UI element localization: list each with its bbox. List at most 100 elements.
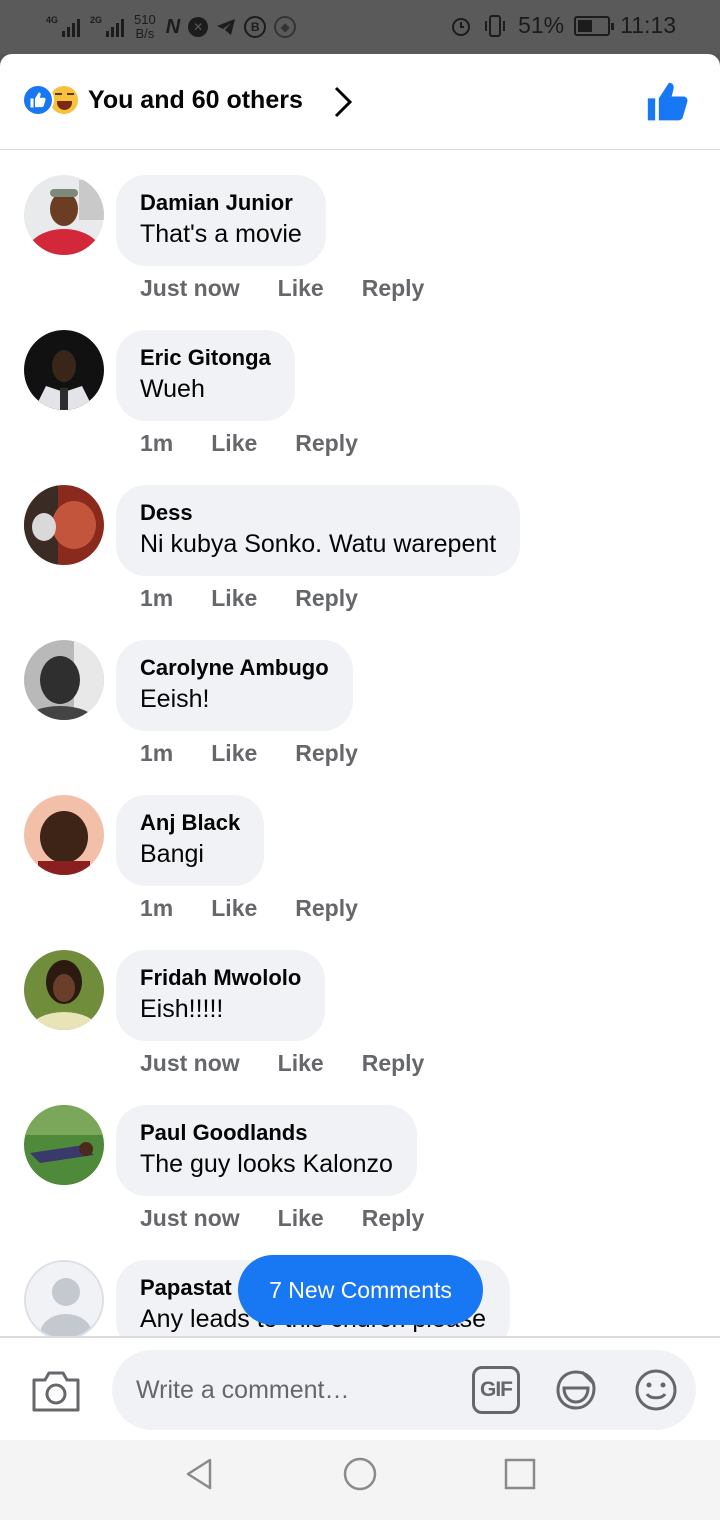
status-bar: 4G 2G 510 B/s N ✕ B ◆ 51% 11:13: [0, 0, 720, 54]
comment-bubble[interactable]: Eric Gitonga Wueh: [116, 330, 295, 421]
comment-bubble[interactable]: Fridah Mwololo Eish!!!!!: [116, 950, 326, 1041]
comment-list: Damian Junior That's a movie Just now Li…: [0, 151, 720, 1336]
notification-icons: N ✕ B ◆: [165, 15, 297, 39]
comment-input[interactable]: [136, 1364, 456, 1416]
clock: 11:13: [620, 12, 676, 38]
network-speed-value: 510: [134, 12, 156, 27]
avatar[interactable]: [24, 330, 104, 410]
like-link[interactable]: Like: [211, 740, 257, 767]
reply-link[interactable]: Reply: [295, 585, 358, 612]
comment-text: The guy looks Kalonzo: [140, 1150, 393, 1178]
like-link[interactable]: Like: [278, 1050, 324, 1077]
comment-text: Eeish!: [140, 685, 210, 713]
comment-item: Carolyne Ambugo Eeish! 1m Like Reply: [0, 616, 720, 771]
comment-bubble[interactable]: Anj Black Bangi: [116, 795, 265, 886]
comment-item: Anj Black Bangi 1m Like Reply: [0, 771, 720, 926]
comment-time: 1m: [140, 430, 174, 456]
like-reaction-icon: [22, 84, 54, 116]
network-type-1: 4G: [46, 15, 59, 25]
avatar[interactable]: [24, 950, 104, 1030]
comment-time: Just now: [140, 1205, 240, 1231]
emoji-icon[interactable]: [632, 1366, 680, 1414]
home-icon[interactable]: [342, 1456, 378, 1492]
recent-apps-icon[interactable]: [502, 1456, 538, 1492]
comment-author[interactable]: Paul Goodlands: [140, 1119, 393, 1147]
reactions-title: You and 60 others: [88, 85, 303, 114]
comment-actions: 1m Like Reply: [140, 740, 358, 767]
b-icon: B: [244, 16, 267, 38]
like-link[interactable]: Like: [278, 275, 324, 302]
network-speed: 510 B/s: [134, 13, 156, 41]
like-button-icon[interactable]: [646, 80, 690, 124]
reply-link[interactable]: Reply: [362, 275, 425, 302]
reply-link[interactable]: Reply: [295, 430, 358, 457]
status-left: 4G 2G 510 B/s N ✕ B ◆: [46, 10, 297, 44]
system-nav-bar: [0, 1440, 720, 1520]
comment-author[interactable]: Damian Junior: [140, 189, 302, 217]
avatar[interactable]: [24, 1260, 104, 1336]
camera-icon[interactable]: [30, 1368, 82, 1414]
reactions-header: You and 60 others: [0, 54, 720, 150]
chevron-right-icon[interactable]: [330, 84, 356, 120]
avatar[interactable]: [24, 640, 104, 720]
comment-bubble[interactable]: Paul Goodlands The guy looks Kalonzo: [116, 1105, 417, 1196]
network-speed-unit: B/s: [135, 26, 155, 41]
reply-link[interactable]: Reply: [295, 740, 358, 767]
avatar[interactable]: [24, 795, 104, 875]
x-circle-icon: ✕: [188, 17, 209, 37]
comment-actions: 1m Like Reply: [140, 895, 358, 922]
like-link[interactable]: Like: [278, 1205, 324, 1232]
reply-link[interactable]: Reply: [362, 1205, 425, 1232]
comment-time: 1m: [140, 895, 174, 921]
sticker-icon[interactable]: [552, 1366, 600, 1414]
comment-text: Wueh: [140, 375, 205, 403]
status-right: 51% 11:13: [450, 12, 676, 39]
comment-item: Paul Goodlands The guy looks Kalonzo Jus…: [0, 1081, 720, 1236]
like-link[interactable]: Like: [211, 430, 257, 457]
comment-bubble[interactable]: Carolyne Ambugo Eeish!: [116, 640, 353, 731]
comment-author[interactable]: Eric Gitonga: [140, 344, 271, 372]
comments-sheet: You and 60 others Damian Junior That's a…: [0, 54, 720, 1520]
comment-author[interactable]: Anj Black: [140, 809, 240, 837]
comment-actions: Just now Like Reply: [140, 1050, 424, 1077]
signal-icon: 2G: [90, 15, 124, 37]
battery-fill: [578, 19, 593, 32]
telegram-icon: [217, 19, 236, 35]
comment-author[interactable]: Dess: [140, 499, 496, 527]
avatar[interactable]: [24, 175, 104, 255]
comment-author[interactable]: Carolyne Ambugo: [140, 654, 329, 682]
reply-link[interactable]: Reply: [295, 895, 358, 922]
gif-button[interactable]: GIF: [472, 1366, 520, 1414]
comment-input-container: GIF: [112, 1350, 696, 1430]
comment-item: Dess Ni kubya Sonko. Watu warepent 1m Li…: [0, 461, 720, 616]
comment-item: Eric Gitonga Wueh 1m Like Reply: [0, 306, 720, 461]
comment-text: That's a movie: [140, 220, 302, 248]
like-link[interactable]: Like: [211, 895, 257, 922]
alarm-icon: [452, 17, 471, 36]
comment-time: Just now: [140, 1050, 240, 1076]
vibrate-icon: [485, 14, 506, 37]
comment-author[interactable]: Fridah Mwololo: [140, 964, 301, 992]
battery-percent: 51%: [518, 12, 565, 38]
like-link[interactable]: Like: [211, 585, 257, 612]
battery-icon: [574, 15, 615, 36]
comment-item: Damian Junior That's a movie Just now Li…: [0, 151, 720, 306]
comment-composer: GIF: [0, 1336, 720, 1440]
comment-time: 1m: [140, 585, 174, 611]
signal-icon: 4G: [46, 15, 80, 37]
comment-time: Just now: [140, 275, 240, 301]
avatar[interactable]: [24, 485, 104, 565]
new-comments-button[interactable]: 7 New Comments: [238, 1255, 483, 1325]
reply-link[interactable]: Reply: [362, 1050, 425, 1077]
comment-time: 1m: [140, 740, 174, 766]
comment-actions: Just now Like Reply: [140, 275, 424, 302]
comment-actions: 1m Like Reply: [140, 430, 358, 457]
avatar[interactable]: [24, 1105, 104, 1185]
n-icon: N: [165, 15, 181, 38]
comment-text: Bangi: [140, 840, 204, 868]
reactions-summary[interactable]: You and 60 others: [22, 84, 303, 116]
back-icon[interactable]: [182, 1456, 218, 1492]
comment-bubble[interactable]: Damian Junior That's a movie: [116, 175, 326, 266]
comment-text: Ni kubya Sonko. Watu warepent: [140, 530, 497, 558]
comment-bubble[interactable]: Dess Ni kubya Sonko. Watu warepent: [116, 485, 521, 576]
